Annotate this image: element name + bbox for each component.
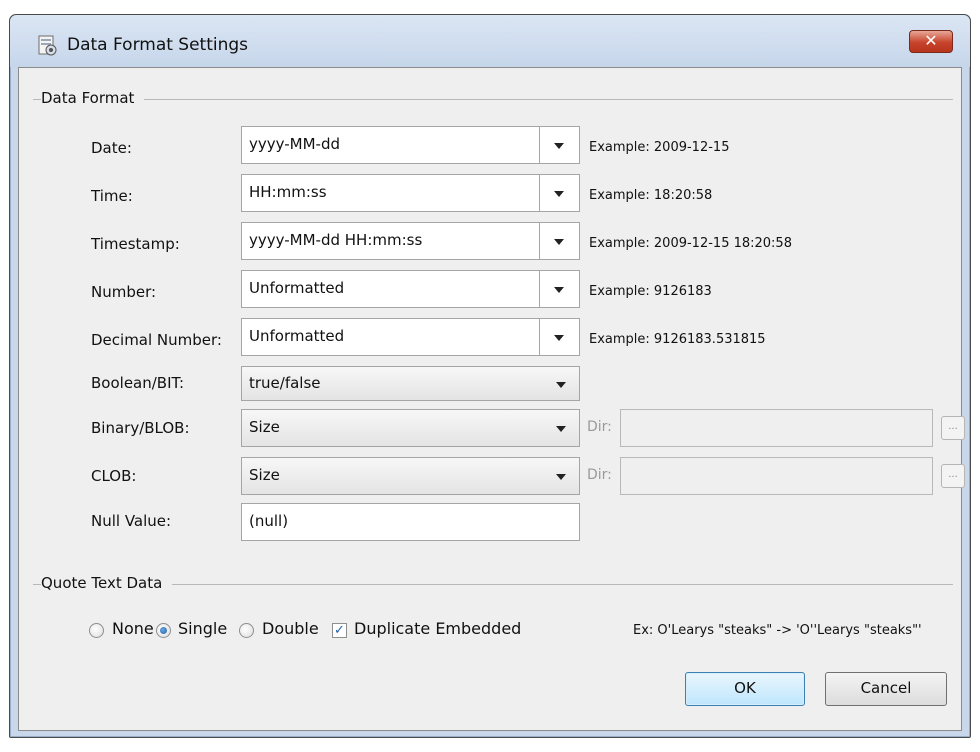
date-format-value: yyyy-MM-dd bbox=[249, 135, 340, 153]
time-format-dropdown-button[interactable] bbox=[539, 175, 579, 211]
decimal-number-format-combo[interactable]: Unformatted bbox=[241, 318, 580, 356]
time-format-value: HH:mm:ss bbox=[249, 183, 327, 201]
decimal-number-example: Example: 9126183.531815 bbox=[589, 332, 766, 347]
binary-dir-field bbox=[620, 409, 933, 447]
date-format-combo[interactable]: yyyy-MM-dd bbox=[241, 126, 580, 164]
chevron-down-icon bbox=[554, 335, 564, 341]
binary-blob-format-combo[interactable]: Size bbox=[241, 409, 580, 447]
chevron-down-icon bbox=[554, 143, 564, 149]
date-format-dropdown-button[interactable] bbox=[539, 127, 579, 163]
number-label: Number: bbox=[91, 283, 157, 301]
dialog-window: Data Format Settings ✕ Data Format Date:… bbox=[9, 14, 971, 738]
boolean-format-value: true/false bbox=[249, 374, 321, 392]
close-button[interactable]: ✕ bbox=[909, 30, 953, 53]
timestamp-format-dropdown-button[interactable] bbox=[539, 223, 579, 259]
clob-dir-field bbox=[620, 457, 933, 495]
timestamp-format-combo[interactable]: yyyy-MM-dd HH:mm:ss bbox=[241, 222, 580, 260]
clob-label: CLOB: bbox=[91, 467, 137, 485]
number-format-dropdown-button[interactable] bbox=[539, 271, 579, 307]
quote-double-radio[interactable] bbox=[239, 623, 254, 638]
ok-button[interactable]: OK bbox=[685, 672, 805, 706]
timestamp-format-value: yyyy-MM-dd HH:mm:ss bbox=[249, 231, 423, 249]
clob-dir-browse-button: ... bbox=[941, 464, 965, 488]
null-value-input[interactable]: (null) bbox=[241, 503, 580, 541]
clob-dir-label: Dir: bbox=[587, 467, 612, 483]
timestamp-label: Timestamp: bbox=[91, 235, 180, 253]
quote-single-radio[interactable] bbox=[156, 623, 171, 638]
chevron-down-icon bbox=[554, 191, 564, 197]
decimal-number-format-dropdown-button[interactable] bbox=[539, 319, 579, 355]
quote-example-text: Ex: O'Learys "steaks" -> 'O''Learys "ste… bbox=[633, 623, 922, 638]
quote-none-radio[interactable] bbox=[89, 623, 104, 638]
cancel-button[interactable]: Cancel bbox=[825, 672, 947, 706]
quote-single-label[interactable]: Single bbox=[178, 619, 227, 638]
decimal-number-format-value: Unformatted bbox=[249, 327, 345, 345]
binary-blob-format-value: Size bbox=[249, 418, 280, 436]
binary-blob-label: Binary/BLOB: bbox=[91, 419, 190, 437]
chevron-down-icon bbox=[554, 287, 564, 293]
binary-dir-label: Dir: bbox=[587, 419, 612, 435]
number-example: Example: 9126183 bbox=[589, 284, 712, 299]
data-format-group-label: Data Format bbox=[41, 89, 145, 107]
date-label: Date: bbox=[91, 139, 132, 157]
clob-format-value: Size bbox=[249, 466, 280, 484]
boolean-label: Boolean/BIT: bbox=[91, 374, 185, 392]
clob-format-combo[interactable]: Size bbox=[241, 457, 580, 495]
quote-text-group-label: Quote Text Data bbox=[41, 574, 173, 592]
title-bar[interactable]: Data Format Settings ✕ bbox=[10, 15, 970, 67]
chevron-down-icon bbox=[556, 426, 566, 432]
time-label: Time: bbox=[91, 187, 133, 205]
duplicate-embedded-checkbox[interactable]: ✓ bbox=[332, 623, 347, 638]
number-format-combo[interactable]: Unformatted bbox=[241, 270, 580, 308]
decimal-number-label: Decimal Number: bbox=[91, 331, 222, 349]
window-title: Data Format Settings bbox=[67, 35, 249, 55]
binary-dir-browse-button: ... bbox=[941, 416, 965, 440]
chevron-down-icon bbox=[554, 239, 564, 245]
time-example: Example: 18:20:58 bbox=[589, 188, 713, 203]
number-format-value: Unformatted bbox=[249, 279, 345, 297]
quote-none-label[interactable]: None bbox=[112, 619, 154, 638]
duplicate-embedded-label[interactable]: Duplicate Embedded bbox=[354, 619, 521, 638]
dialog-content: Data Format Date: yyyy-MM-dd Example: 20… bbox=[18, 67, 965, 731]
data-format-separator bbox=[33, 99, 953, 100]
timestamp-example: Example: 2009-12-15 18:20:58 bbox=[589, 236, 792, 251]
boolean-format-combo[interactable]: true/false bbox=[241, 366, 580, 401]
null-value-text: (null) bbox=[249, 512, 289, 530]
quote-double-label[interactable]: Double bbox=[262, 619, 319, 638]
date-example: Example: 2009-12-15 bbox=[589, 140, 730, 155]
chevron-down-icon bbox=[556, 474, 566, 480]
database-settings-icon bbox=[38, 35, 57, 56]
chevron-down-icon bbox=[556, 382, 566, 388]
null-value-label: Null Value: bbox=[91, 512, 172, 530]
time-format-combo[interactable]: HH:mm:ss bbox=[241, 174, 580, 212]
